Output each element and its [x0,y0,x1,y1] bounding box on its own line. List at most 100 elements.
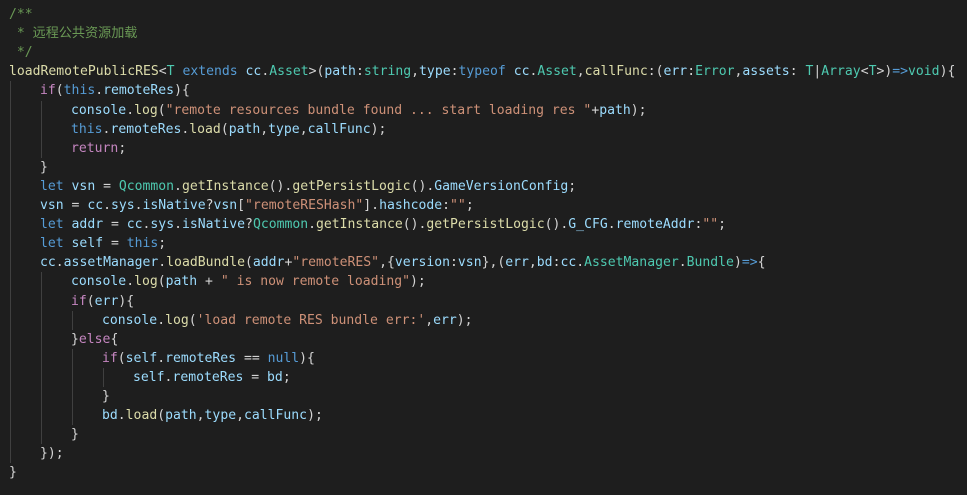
code-token: } [102,389,110,404]
code-token: let [40,236,64,252]
code-token: type [419,64,451,80]
code-line: let vsn = Qcommon.getInstance().getPersi… [40,177,576,196]
code-token: log [134,102,158,118]
code-token: cc [87,198,104,213]
code-token: = [243,369,268,385]
code-token: . [157,312,166,328]
code-token: (). [410,178,435,194]
code-token: self [71,236,104,252]
code-editor[interactable]: /** * 远程公共资源加载 */loadRemotePublicRES<T e… [0,0,967,495]
code-token: load [125,408,158,424]
code-token: T [166,64,175,80]
code-token: : [687,64,696,80]
code-token: load [189,121,221,137]
code-line: loadRemotePublicRES<T extends cc.Asset>(… [9,62,955,81]
code-token: vsn [71,178,96,194]
code-token: [ [237,198,246,213]
code-token: path [599,102,631,118]
code-token: log [165,312,189,328]
code-token: ; [568,178,577,194]
code-token: remoteRes [103,83,175,99]
code-token: sys [150,217,175,233]
code-token: getPersistLogic [292,178,411,194]
code-token: . [95,83,104,99]
code-token: ){ [939,64,956,80]
code-token: >( [308,64,325,80]
code-token: this [63,83,96,99]
code-line: this.remoteRes.load(path,type,callFunc); [71,120,386,139]
code-token: let [40,178,64,194]
code-token: else [78,331,111,347]
code-token: . [126,102,135,118]
code-line: } [40,158,48,177]
code-token: console [71,102,127,118]
code-token: bd [102,408,118,424]
code-token: isNative [181,217,246,233]
code-token: (). [544,217,569,233]
code-token: path [324,64,356,80]
code-token: : [450,255,458,271]
code-line: console.log('load remote RES bundle err:… [102,311,473,330]
code-token: , [236,408,244,424]
code-line: /** [9,5,33,24]
code-token: ,{ [379,255,395,271]
code-line: * 远程公共资源加载 [9,24,138,43]
code-line: }); [40,444,64,463]
code-token: Asset [269,64,309,80]
code-token: },( [481,255,506,271]
code-token: = [103,217,127,233]
code-token: Asset [537,64,577,80]
code-token: getInstance [181,178,269,194]
code-token: bd [536,255,553,271]
code-token: { [757,255,766,271]
code-token: AssetManager [584,255,679,271]
code-token: ( [86,293,95,309]
code-token: ( [245,255,253,271]
code-token: . [55,255,64,271]
code-token: ){ [118,293,135,309]
code-token: cc [513,64,530,80]
code-token: path [228,121,261,137]
code-token: ); [410,274,426,290]
code-token: ; [118,140,127,156]
code-token: ? [245,217,253,233]
code-token: err [433,312,457,328]
code-token: type [204,408,237,424]
code-token: ); [456,312,473,328]
code-token: typeof [458,64,506,80]
code-token: ( [157,274,166,290]
code-token: vsn [40,198,64,213]
code-line: } [9,463,17,482]
code-token: "" [702,217,719,233]
code-token: err [663,64,688,80]
code-token: err [505,255,529,271]
code-token: (). [268,178,293,194]
code-token: console [102,312,158,328]
code-line: vsn = cc.sys.isNative?vsn["remoteRESHash… [40,196,474,215]
code-line: }else{ [71,330,118,349]
code-token: : [442,198,451,213]
code-token: , [528,255,537,271]
code-token: hashcode [379,198,443,213]
code-line: return; [71,139,126,158]
code-token: . [308,217,317,233]
code-token: vsn [213,198,238,213]
code-token: . [174,217,182,233]
code-token: log [134,274,158,290]
code-token: extends [182,64,238,80]
code-token: >) [876,64,893,80]
code-token: version [394,255,451,271]
indent-guide [72,310,73,330]
code-token: Qcommon [252,217,309,233]
code-token: , [425,312,434,328]
code-token: = [63,198,88,213]
code-token: } [71,427,79,443]
code-line: if(err){ [71,292,134,311]
code-token: (). [402,217,427,233]
code-token: ? [205,198,214,213]
code-token: if [71,293,87,309]
code-token: cc [245,64,262,80]
